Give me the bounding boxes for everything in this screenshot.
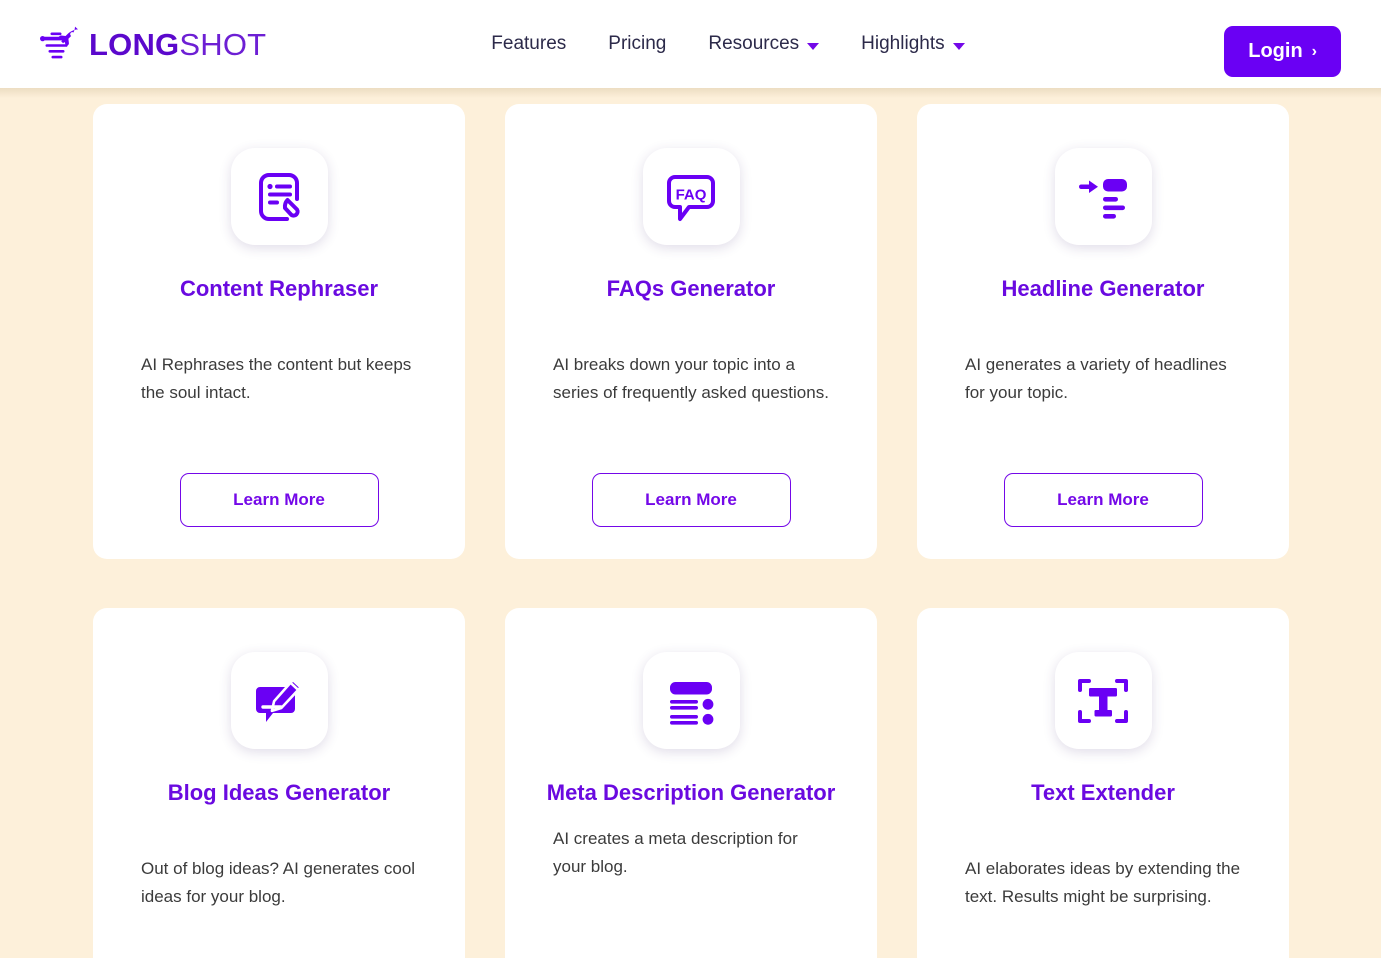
- logo-text-bold: LONG: [89, 26, 180, 62]
- login-button[interactable]: Login ›: [1224, 26, 1341, 77]
- icon-tile: [230, 652, 328, 749]
- card-description: Out of blog ideas? AI generates cool ide…: [141, 858, 416, 907]
- faq-speech-bubble-icon: FAQ: [667, 174, 715, 221]
- tool-card-faqs-generator[interactable]: FAQ FAQs Generator AI breaks down your t…: [505, 104, 877, 559]
- card-title: Text Extender: [1031, 780, 1175, 805]
- learn-more-button[interactable]: Learn More: [179, 473, 379, 527]
- nav-label-features: Features: [491, 33, 567, 54]
- learn-more-button[interactable]: Learn More: [1003, 473, 1203, 527]
- tool-card-headline-generator[interactable]: Headline Generator AI generates a variet…: [917, 104, 1289, 559]
- tool-card-content-rephraser[interactable]: Content Rephraser AI Rephrases the conte…: [93, 104, 465, 559]
- main-navigation: Features Pricing Resources Highlights: [491, 33, 965, 55]
- site-header: LONGSHOT Features Pricing Resources High…: [0, 0, 1381, 98]
- logo[interactable]: LONGSHOT: [40, 26, 266, 62]
- chevron-right-icon: ›: [1311, 42, 1317, 60]
- speech-bubble-pencil-icon: [256, 678, 302, 722]
- nav-item-features[interactable]: Features: [491, 33, 566, 55]
- logo-text-thin: SHOT: [179, 26, 267, 62]
- login-button-label: Login: [1248, 40, 1303, 62]
- tool-card-text-extender[interactable]: Text Extender AI elaborates ideas by ext…: [917, 608, 1289, 958]
- icon-tile: [642, 652, 740, 749]
- meta-description-lines-icon: [670, 681, 714, 725]
- nav-label-pricing: Pricing: [608, 33, 667, 54]
- icon-tile: FAQ: [642, 148, 740, 245]
- card-title: Blog Ideas Generator: [167, 780, 391, 805]
- document-pen-icon: [259, 172, 300, 221]
- text-extender-t-icon: [1078, 678, 1128, 723]
- nav-item-resources[interactable]: Resources: [708, 33, 820, 55]
- card-title: Meta Description Generator: [546, 780, 836, 805]
- icon-tile: [230, 148, 328, 245]
- card-description: AI generates a variety of headlines for …: [965, 354, 1227, 403]
- chevron-down-icon: [952, 43, 965, 50]
- learn-more-button[interactable]: Learn More: [591, 473, 791, 527]
- card-title: FAQs Generator: [606, 276, 776, 301]
- card-title: Headline Generator: [1001, 276, 1205, 301]
- card-description: AI Rephrases the content but keeps the s…: [141, 354, 412, 403]
- tool-card-blog-ideas-generator[interactable]: Blog Ideas Generator Out of blog ideas? …: [93, 608, 465, 958]
- chevron-down-icon: [807, 43, 820, 50]
- tool-card-meta-description-generator[interactable]: Meta Description Generator AI creates a …: [505, 608, 877, 958]
- rocket-speedlines-icon: [40, 26, 78, 59]
- nav-label-resources: Resources: [708, 33, 800, 54]
- svg-text:FAQ: FAQ: [676, 186, 707, 203]
- logo-text: LONGSHOT: [89, 29, 266, 60]
- card-description: AI creates a meta description for your b…: [553, 828, 798, 877]
- icon-tile: [1054, 148, 1152, 245]
- card-description: AI breaks down your topic into a series …: [553, 354, 829, 403]
- nav-item-pricing[interactable]: Pricing: [608, 33, 666, 55]
- nav-label-highlights: Highlights: [861, 33, 945, 54]
- icon-tile: [1054, 652, 1152, 749]
- tools-section: Content Rephraser AI Rephrases the conte…: [0, 88, 1381, 958]
- nav-item-highlights[interactable]: Highlights: [861, 33, 965, 55]
- headline-arrow-lines-icon: [1079, 178, 1127, 219]
- tools-grid: Content Rephraser AI Rephrases the conte…: [93, 104, 1381, 958]
- card-description: AI elaborates ideas by extending the tex…: [965, 858, 1241, 907]
- card-title: Content Rephraser: [179, 276, 379, 301]
